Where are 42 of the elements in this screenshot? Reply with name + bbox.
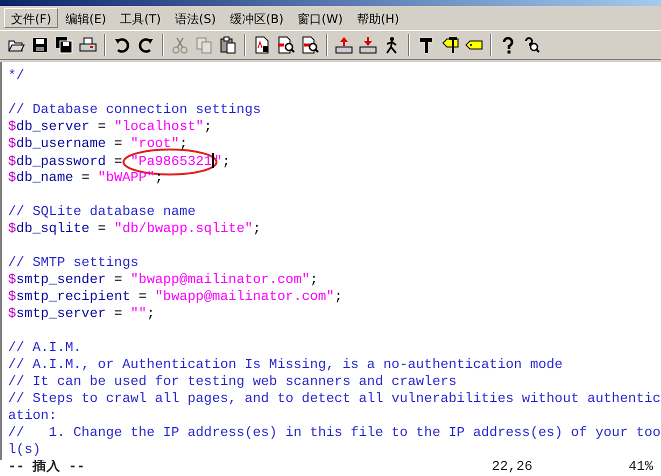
code-line: $smtp_server = ""; bbox=[8, 306, 156, 323]
scissors-icon bbox=[171, 36, 189, 54]
code-line: // Database connection settings bbox=[8, 102, 262, 119]
code-line: // SQLite database name bbox=[8, 204, 197, 221]
code-line: // Steps to crawl all pages, and to detect all vulnerabilities without authentic bbox=[8, 391, 661, 408]
code-line: $db_sqlite = "db/bwapp.sqlite"; bbox=[8, 221, 262, 238]
code-line: ation: bbox=[8, 408, 58, 425]
code-line: */ bbox=[8, 68, 26, 85]
code-line: $smtp_recipient = "bwapp@mailinator.com"; bbox=[8, 289, 344, 306]
code-line: $smtp_sender = "bwapp@mailinator.com"; bbox=[8, 272, 320, 289]
code-line: // SMTP settings bbox=[8, 255, 140, 272]
document-magnifier-icon bbox=[277, 36, 295, 54]
cursor-position: 22,26 bbox=[492, 458, 533, 476]
menu-item[interactable]: 工具(T) bbox=[113, 8, 168, 28]
clipboard-icon bbox=[219, 36, 237, 54]
code-line: // A.I.M., or Authentication Is Missing, is a no-authentication mode bbox=[8, 357, 564, 374]
printer-icon bbox=[79, 36, 97, 54]
code-line: // 1. Change the IP address(es) in this file to the IP address(es) of your too bbox=[8, 425, 661, 442]
copy-pages-icon bbox=[195, 36, 213, 54]
menu-item[interactable]: 语法(S) bbox=[168, 8, 223, 28]
code-line: // A.I.M. bbox=[8, 340, 82, 357]
tag-hammer-icon bbox=[441, 36, 459, 54]
menu-item[interactable]: 帮助(H) bbox=[350, 8, 406, 28]
code-line: // It can be used for testing web scanners and crawlers bbox=[8, 374, 458, 391]
code-line: $db_name = "bWAPP"; bbox=[8, 170, 164, 187]
document-magnifier-icon bbox=[301, 36, 319, 54]
code-line: $db_username = "root"; bbox=[8, 136, 189, 153]
menu-item[interactable]: 编辑(E) bbox=[58, 8, 114, 28]
question-magnifier-icon bbox=[523, 36, 541, 54]
floppy-disks-icon bbox=[55, 36, 73, 54]
tray-up-arrow-icon bbox=[335, 36, 353, 54]
menu-item[interactable]: 窗口(W) bbox=[290, 8, 350, 28]
document-letters-icon bbox=[253, 36, 271, 54]
code-line: l(s) bbox=[8, 442, 42, 459]
undo-arrow-icon bbox=[113, 36, 131, 54]
scroll-percent: 41% bbox=[628, 458, 653, 476]
code-line: $db_server = "localhost"; bbox=[8, 119, 213, 136]
menu-item[interactable]: 缓冲区(B) bbox=[222, 8, 291, 28]
redo-arrow-icon bbox=[137, 36, 155, 54]
code-line: $db_password = "Pa9865321"; bbox=[8, 153, 232, 170]
menu-item[interactable]: 文件(F) bbox=[4, 8, 58, 28]
tray-down-arrow-icon bbox=[359, 36, 377, 54]
